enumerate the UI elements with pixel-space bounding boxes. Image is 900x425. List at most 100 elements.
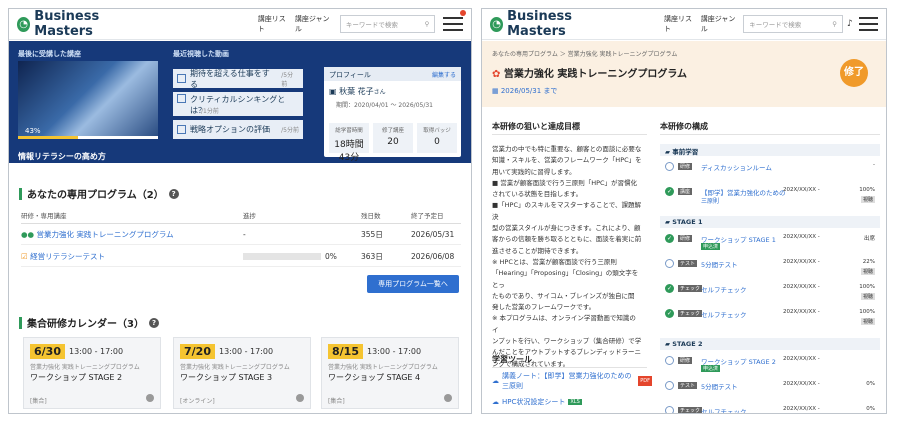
check-icon: ✓ — [665, 234, 674, 243]
status-button[interactable]: 視聴 — [860, 196, 875, 203]
tool-name: HPC状況設定シート — [502, 398, 566, 406]
recent-course-thumbnail[interactable]: 43% — [18, 61, 158, 139]
info-icon[interactable] — [444, 394, 452, 402]
goal-line: 「Hearing」「Proposing」「Closing」の頭文字をとっ — [492, 269, 639, 289]
item-percent: 出席 — [863, 236, 875, 242]
card-session: ワークショップ STAGE 2 — [30, 373, 123, 382]
structure-item[interactable]: ✓ 研修 ワークショップ STAGE 1 申込済 202X/XX/XX - 出席 — [665, 234, 883, 258]
title-text: 営業力強化 実践トレーニングプログラム — [503, 69, 688, 80]
goal-line: ■ 営業が顧客面談で行う三原則「HPC」が習慣化 — [492, 178, 638, 187]
bell-icon[interactable]: ♪ — [847, 19, 853, 29]
structure-item[interactable]: ✓ チェックセルフチェック 202X/XX/XX - 0% — [665, 406, 883, 413]
help-icon[interactable]: ? — [168, 188, 179, 199]
search-input[interactable]: キーワードで検索 ⚲ — [339, 15, 436, 33]
card-date: 6/30 — [30, 344, 65, 359]
nav-genre[interactable]: 講座ジャンル — [701, 14, 738, 34]
type-tag: 研修 — [678, 357, 693, 364]
item-title[interactable]: セルフチェック — [701, 309, 747, 319]
calendar-icon: ▦ — [492, 87, 501, 95]
search-icon[interactable]: ⚲ — [425, 20, 430, 28]
item-date: 202X/XX/XX - — [783, 406, 820, 412]
program-list-button[interactable]: 専用プログラム一覧へ — [367, 275, 459, 293]
table-row[interactable]: ●● 営業力強化 実践トレーニングプログラム - 355日 2026/05/31 — [21, 229, 461, 245]
goal-heading: 本研修の狙いと達成目標 — [492, 121, 647, 135]
item-title[interactable]: セルフチェック — [701, 284, 747, 294]
goal-line: 型の営業スタイルが身につきます。これにより、顧 — [492, 224, 641, 233]
logo[interactable]: ◔ Business Masters — [17, 9, 148, 39]
logo[interactable]: ◔ Business Masters — [490, 9, 619, 39]
stat-study-time: 総学習時間 18時間43分 — [329, 123, 369, 163]
card-session: ワークショップ STAGE 4 — [328, 373, 421, 382]
video-item[interactable]: 期待を超える仕事をする/5分前 — [173, 68, 303, 89]
status-button[interactable]: 視聴 — [860, 318, 875, 325]
program-end: 2026/06/08 — [411, 252, 455, 261]
stat-value: 0 — [434, 137, 440, 147]
deadline-text: 2026/05/31 まで — [500, 87, 558, 95]
calendar-card[interactable]: 7/20 13:00 - 17:00 営業力強化 実践トレーニングプログラム ワークシ… — [173, 337, 311, 409]
calendar-card[interactable]: 6/30 13:00 - 17:00 営業力強化 実践トレーニングプログラム ワークシ… — [23, 337, 161, 409]
structure-item[interactable]: ✓ チェック セルフチェック 202X/XX/XX - 100% 視聴 — [665, 309, 883, 333]
search-input[interactable]: キーワードで検索 ⚲ — [743, 15, 843, 33]
card-date: 8/15 — [328, 344, 363, 359]
header: ◔ Business Masters 講座リスト 講座ジャンル キーワードで検索 ⚲ — [9, 9, 471, 40]
item-percent: 100% — [859, 187, 875, 193]
structure-item[interactable]: ✓ 講座 【即学】営業力強化のための 三原則 202X/XX/XX -100% 視聴 — [665, 187, 883, 211]
structure-item[interactable]: ✓研修ワークショップ STAGE 2申込済202X/XX/XX - — [665, 356, 883, 380]
brand-name: Business Masters — [507, 9, 573, 39]
tool-name: 講義ノート：【即学】営業力強化のための三原則 — [502, 372, 632, 390]
item-title[interactable]: ディスカッションルーム — [701, 162, 772, 172]
table-row[interactable]: ☑ 経営リテラシーテスト 0% 363日 2026/06/08 — [21, 251, 461, 267]
menu-icon[interactable] — [443, 10, 466, 35]
structure-item[interactable]: ✓ 研修 ディスカッションルーム - — [665, 162, 883, 186]
structure-item[interactable]: ✓ テスト5分間テスト 202X/XX/XX - 22% 視聴 — [665, 259, 883, 283]
circle-icon: ✓ — [665, 356, 674, 365]
help-icon[interactable]: ? — [148, 317, 159, 328]
status-button[interactable]: 視聴 — [860, 268, 875, 275]
dashboard-screen: ◔ Business Masters 講座リスト 講座ジャンル キーワードで検索 ⚲… — [8, 8, 472, 414]
nav-course-list[interactable]: 講座リスト — [258, 14, 289, 34]
edit-profile-link[interactable]: 編集する — [432, 70, 456, 79]
search-placeholder: キーワードで検索 — [345, 21, 398, 29]
tool-link[interactable]: ☁ HPC状況設定シート XLS — [492, 397, 582, 407]
status-button[interactable]: 視聴 — [860, 293, 875, 300]
tool-link[interactable]: ☁ 講義ノート：【即学】営業力強化のための三原則 PDF — [492, 371, 652, 391]
profile-label: プロフィール — [329, 71, 371, 79]
cloud-icon: ☁ — [492, 377, 499, 385]
item-subtitle[interactable]: 三原則 — [701, 196, 719, 205]
program-icon: ✿ — [492, 69, 504, 80]
structure-item[interactable]: ✓ チェック セルフチェック 202X/XX/XX - 100% 視聴 — [665, 284, 883, 308]
structure-item[interactable]: ✓ テスト5分間テスト 202X/XX/XX - 0% — [665, 381, 883, 405]
nav-genre[interactable]: 講座ジャンル — [295, 14, 332, 34]
menu-icon[interactable] — [858, 13, 879, 35]
video-item[interactable]: 戦略オプションの評価/5分前 — [173, 120, 303, 139]
pdf-icon: PDF — [638, 376, 652, 386]
item-title[interactable]: 5分間テスト — [701, 381, 738, 391]
stat-label: 修了講座 — [381, 128, 404, 134]
calendar-title: 集合研修カレンダー（3） — [27, 319, 144, 330]
stat-label: 総学習時間 — [335, 128, 363, 134]
stage-header: ▰ 事前学習 — [660, 144, 880, 156]
recent-course-title[interactable]: 情報リテラシーの高め方 — [18, 151, 106, 162]
video-icon — [177, 125, 186, 134]
progress-bar — [18, 136, 158, 139]
tools-heading: 学習ツール — [492, 354, 647, 368]
search-icon[interactable]: ⚲ — [832, 20, 837, 28]
nav-course-list[interactable]: 講座リスト — [664, 14, 695, 34]
check-icon: ✓ — [665, 284, 674, 293]
calendar-card[interactable]: 8/15 13:00 - 17:00 営業力強化 実践トレーニングプログラム ワークシ… — [321, 337, 459, 409]
video-item[interactable]: クリティカルシンキングとは？/1分前 — [173, 92, 303, 116]
video-title: 期待を超える仕事をする — [190, 68, 270, 89]
info-icon[interactable] — [296, 394, 304, 402]
heading-bar — [19, 316, 22, 329]
item-title[interactable]: セルフチェック — [701, 406, 747, 413]
info-icon[interactable] — [146, 394, 154, 402]
stat-badges: 取得バッジ 0 — [417, 123, 457, 153]
cloud-icon: ☁ — [492, 398, 499, 406]
heading-bar — [19, 187, 22, 200]
col-course: 研修・専用講座 — [21, 212, 67, 220]
program-link[interactable]: ☑ 経営リテラシーテスト — [21, 251, 243, 262]
breadcrumb[interactable]: あなたの専用プログラム ＞ 営業力強化 実践トレーニングプログラム — [492, 49, 677, 58]
program-link[interactable]: ●● 営業力強化 実践トレーニングプログラム — [21, 229, 243, 240]
item-title[interactable]: 5分間テスト — [701, 259, 738, 269]
program-days: 355日 — [361, 230, 383, 239]
